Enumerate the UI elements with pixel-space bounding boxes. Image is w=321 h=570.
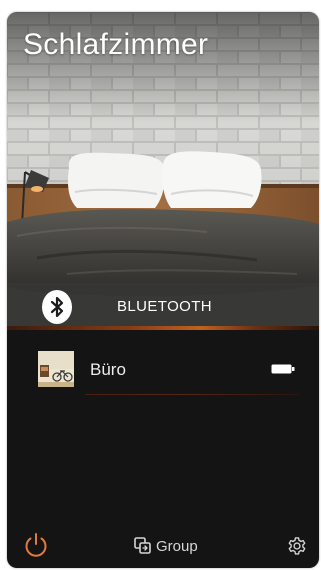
group-button[interactable]: Group [133, 534, 198, 558]
room-title: Schlafzimmer [23, 28, 209, 61]
list-divider [85, 394, 299, 395]
battery-icon [271, 364, 295, 374]
source-label: BLUETOOTH [117, 298, 213, 315]
accent-divider [7, 326, 319, 330]
speaker-name: Büro [90, 360, 126, 379]
source-bar[interactable]: BLUETOOTH [7, 283, 319, 330]
gear-icon[interactable] [286, 535, 308, 557]
list-item[interactable]: Büro [7, 344, 319, 396]
bluetooth-icon [42, 290, 72, 324]
group-icon [134, 537, 151, 554]
app-screen: Schlafzimmer BLUETOOTH Büro Group [7, 12, 319, 568]
group-label: Group [156, 537, 198, 555]
power-icon[interactable] [21, 530, 51, 560]
bottom-toolbar: Group [7, 524, 319, 568]
room-hero[interactable]: Schlafzimmer BLUETOOTH [7, 12, 319, 330]
speaker-thumbnail [38, 351, 74, 387]
